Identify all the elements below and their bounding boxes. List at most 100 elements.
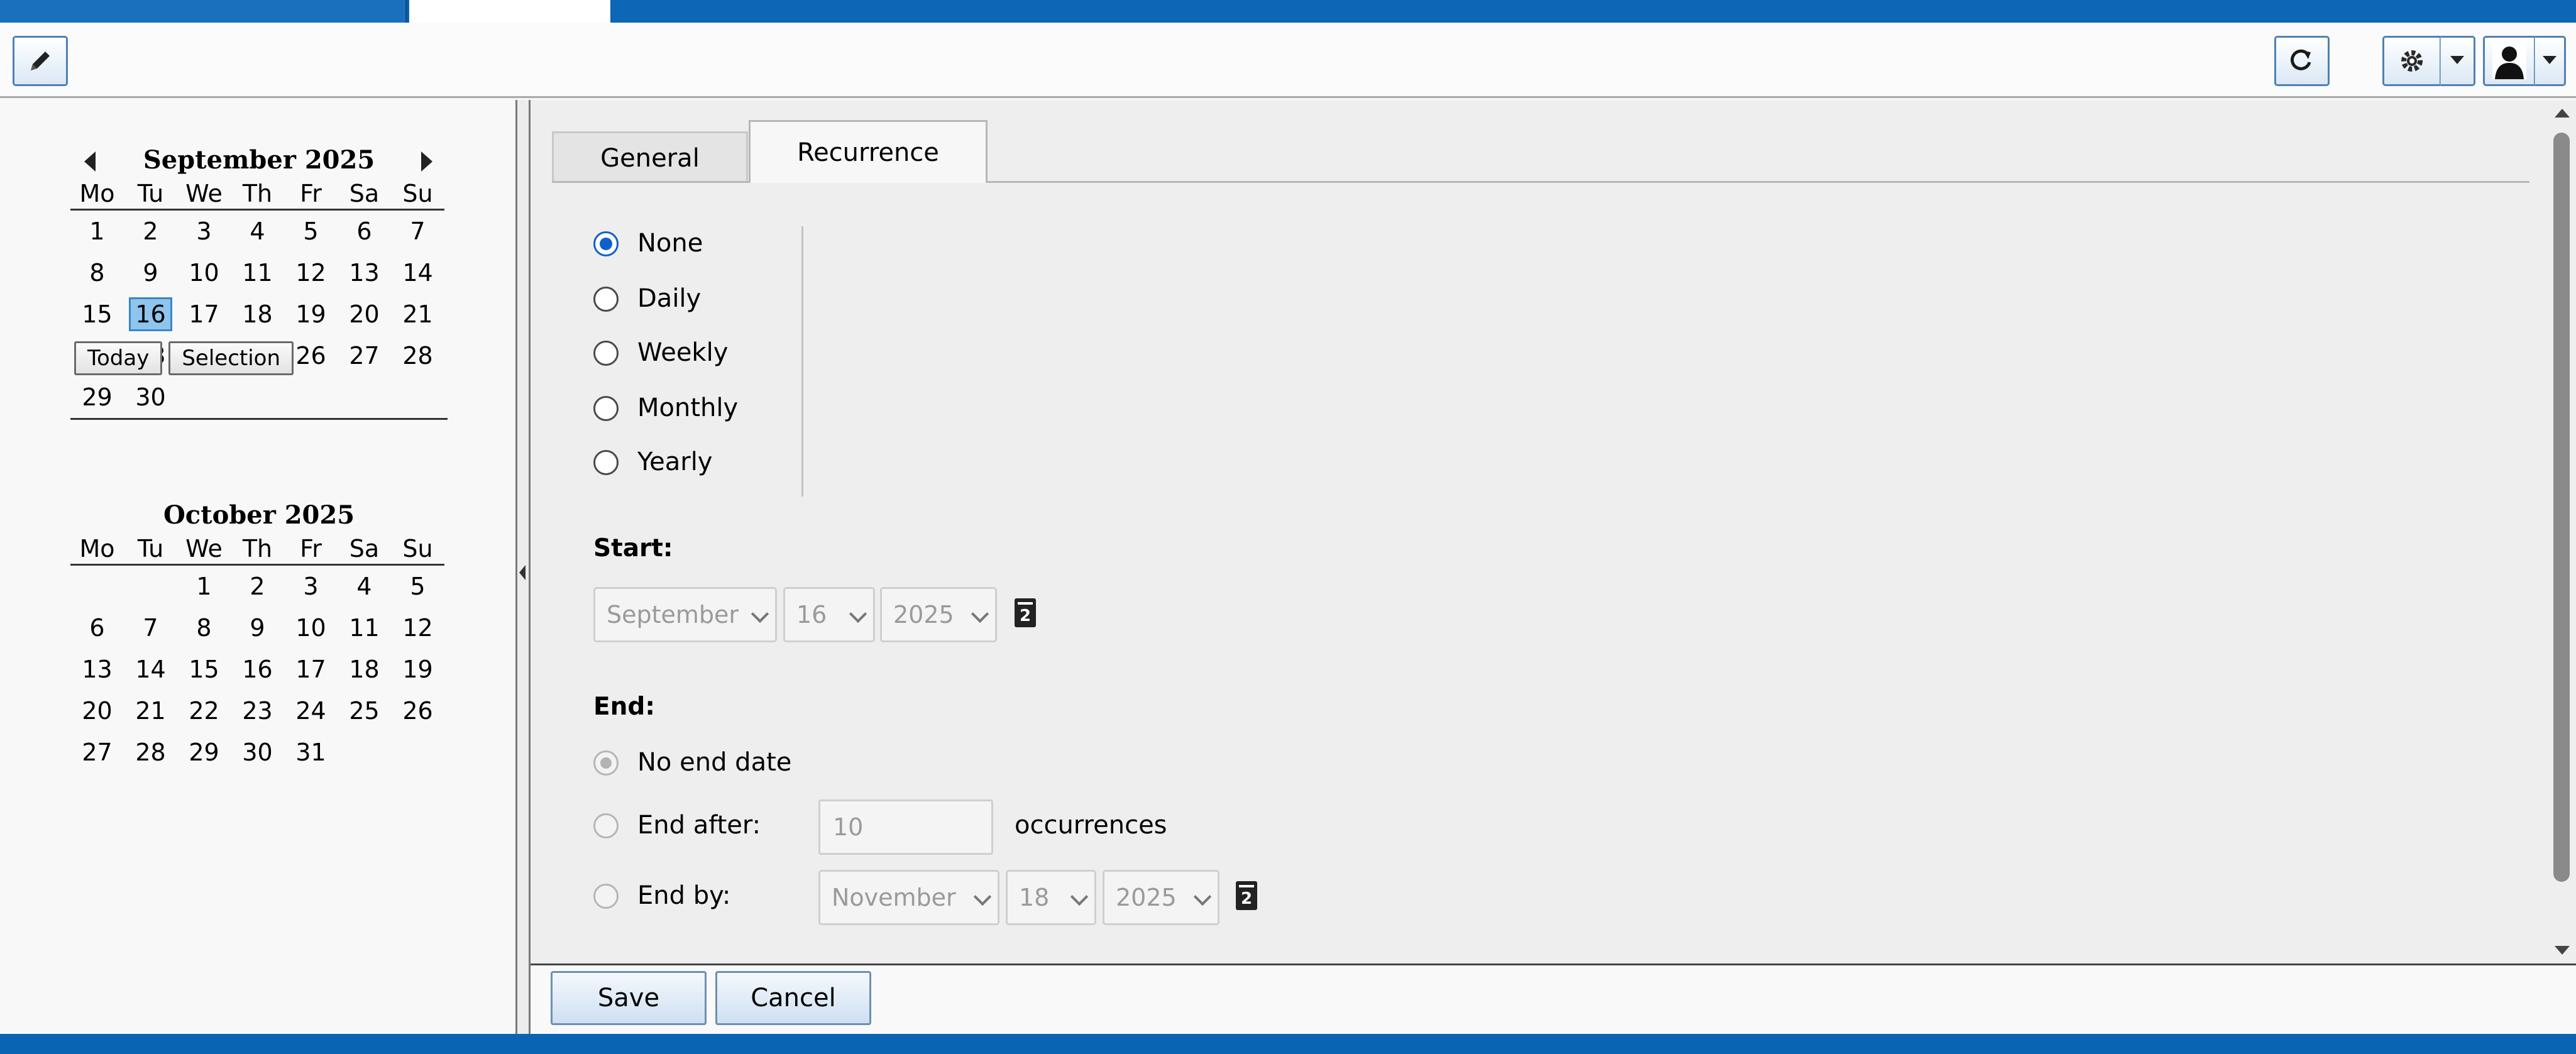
recurrence-none-radio[interactable]: [593, 231, 619, 256]
scroll-down-icon[interactable]: [2555, 946, 2570, 955]
calendar-day[interactable]: 28: [391, 335, 444, 376]
settings-button[interactable]: [2382, 36, 2441, 86]
top-tab-left[interactable]: [0, 0, 407, 23]
calendar-day[interactable]: 17: [177, 294, 231, 335]
calendar-day[interactable]: 5: [391, 566, 444, 607]
top-tab-active[interactable]: [409, 0, 610, 23]
recurrence-daily-radio[interactable]: [593, 287, 619, 312]
end-by-radio[interactable]: [593, 884, 619, 909]
settings-dropdown-button[interactable]: [2440, 36, 2475, 86]
top-tab-right[interactable]: [612, 0, 2576, 23]
calendar-day[interactable]: 18: [231, 294, 284, 335]
end-day-select[interactable]: 18: [1006, 870, 1096, 925]
calendar-day[interactable]: 20: [338, 294, 391, 335]
calendar-day[interactable]: 1: [70, 211, 124, 252]
calendar-day[interactable]: 27: [70, 732, 124, 773]
end-label: End:: [593, 693, 655, 721]
occurrences-input[interactable]: 10: [818, 799, 993, 855]
calendar-day[interactable]: 16: [231, 649, 284, 690]
end-year-select[interactable]: 2025: [1103, 870, 1219, 925]
no-end-date-radio[interactable]: [593, 750, 619, 776]
calendar-day[interactable]: 29: [177, 732, 231, 773]
calendar-day[interactable]: 5: [284, 211, 338, 252]
calendar-day[interactable]: 31: [284, 732, 338, 773]
calendar-header: October 2025: [70, 497, 448, 533]
save-button[interactable]: Save: [551, 971, 707, 1025]
start-year-select[interactable]: 2025: [880, 587, 997, 642]
tab-recurrence[interactable]: Recurrence: [749, 120, 988, 183]
calendar-day[interactable]: 2: [124, 211, 177, 252]
calendar-day[interactable]: 13: [338, 252, 391, 294]
calendar-day[interactable]: 25: [338, 690, 391, 732]
calendar-day[interactable]: 12: [391, 607, 444, 649]
calendar-day[interactable]: 7: [124, 607, 177, 649]
collapse-arrow-icon[interactable]: [519, 565, 526, 580]
start-day-select[interactable]: 16: [783, 587, 875, 642]
selection-button[interactable]: Selection: [168, 341, 294, 375]
vertical-scrollbar[interactable]: [2548, 100, 2576, 963]
user-menu-dropdown[interactable]: [2535, 36, 2566, 86]
calendar-day[interactable]: 29: [70, 376, 124, 418]
calendar-day[interactable]: 4: [231, 211, 284, 252]
scrollbar-thumb[interactable]: [2553, 133, 2570, 882]
next-month-icon[interactable]: [421, 151, 432, 172]
calendar-day[interactable]: 4: [338, 566, 391, 607]
calendar-day[interactable]: 28: [124, 732, 177, 773]
pane-splitter[interactable]: [515, 100, 531, 1034]
calendar-day[interactable]: 21: [124, 690, 177, 732]
calendar-day[interactable]: 14: [124, 649, 177, 690]
calendar-day[interactable]: 19: [284, 294, 338, 335]
calendar-picker-icon[interactable]: 2: [1015, 598, 1036, 627]
calendar-day[interactable]: 10: [284, 607, 338, 649]
end-month-select[interactable]: November: [818, 870, 999, 925]
calendar-day[interactable]: 27: [338, 335, 391, 376]
recurrence-weekly-radio[interactable]: [593, 341, 619, 366]
calendar-day[interactable]: 8: [177, 607, 231, 649]
end-after-radio[interactable]: [593, 813, 619, 838]
tab-general[interactable]: General: [552, 131, 748, 183]
start-month-select[interactable]: September: [593, 587, 777, 642]
today-button[interactable]: Today: [74, 341, 163, 375]
calendar-day[interactable]: 1: [177, 566, 231, 607]
calendar-day[interactable]: 11: [338, 607, 391, 649]
calendar-picker-icon[interactable]: 2: [1236, 881, 1257, 910]
calendar-day[interactable]: 26: [391, 690, 444, 732]
calendar-day[interactable]: 11: [231, 252, 284, 294]
calendar-day[interactable]: 19: [391, 649, 444, 690]
calendar-day[interactable]: 3: [284, 566, 338, 607]
calendar-day-selected[interactable]: 16: [129, 297, 172, 331]
refresh-button[interactable]: [2274, 36, 2330, 86]
calendar-day[interactable]: 24: [284, 690, 338, 732]
calendar-day[interactable]: 30: [231, 732, 284, 773]
prev-month-icon[interactable]: [84, 151, 96, 172]
calendar-day[interactable]: 10: [177, 252, 231, 294]
calendar-day[interactable]: 12: [284, 252, 338, 294]
calendar-day[interactable]: 17: [284, 649, 338, 690]
recurrence-yearly-radio[interactable]: [593, 450, 619, 475]
calendar-day[interactable]: 13: [70, 649, 124, 690]
calendar-day[interactable]: 20: [70, 690, 124, 732]
calendar-day[interactable]: 6: [70, 607, 124, 649]
weekday-header: Sa: [338, 533, 391, 566]
calendar-day[interactable]: 2: [231, 566, 284, 607]
calendar-day[interactable]: 22: [177, 690, 231, 732]
recurrence-monthly-radio[interactable]: [593, 396, 619, 421]
calendar-day[interactable]: 15: [177, 649, 231, 690]
calendar-day[interactable]: 30: [124, 376, 177, 418]
calendar-day[interactable]: 3: [177, 211, 231, 252]
recurrence-none-label: None: [637, 229, 703, 258]
cancel-button[interactable]: Cancel: [715, 971, 871, 1025]
calendar-day[interactable]: 7: [391, 211, 444, 252]
calendar-day[interactable]: 15: [70, 294, 124, 335]
calendar-day[interactable]: 14: [391, 252, 444, 294]
scroll-up-icon[interactable]: [2555, 109, 2570, 118]
user-menu-button[interactable]: [2483, 36, 2536, 86]
calendar-day[interactable]: 23: [231, 690, 284, 732]
calendar-day[interactable]: 18: [338, 649, 391, 690]
calendar-day[interactable]: 9: [231, 607, 284, 649]
calendar-day[interactable]: 8: [70, 252, 124, 294]
calendar-day[interactable]: 21: [391, 294, 444, 335]
calendar-day[interactable]: 9: [124, 252, 177, 294]
calendar-day[interactable]: 6: [338, 211, 391, 252]
edit-button[interactable]: [13, 36, 68, 86]
